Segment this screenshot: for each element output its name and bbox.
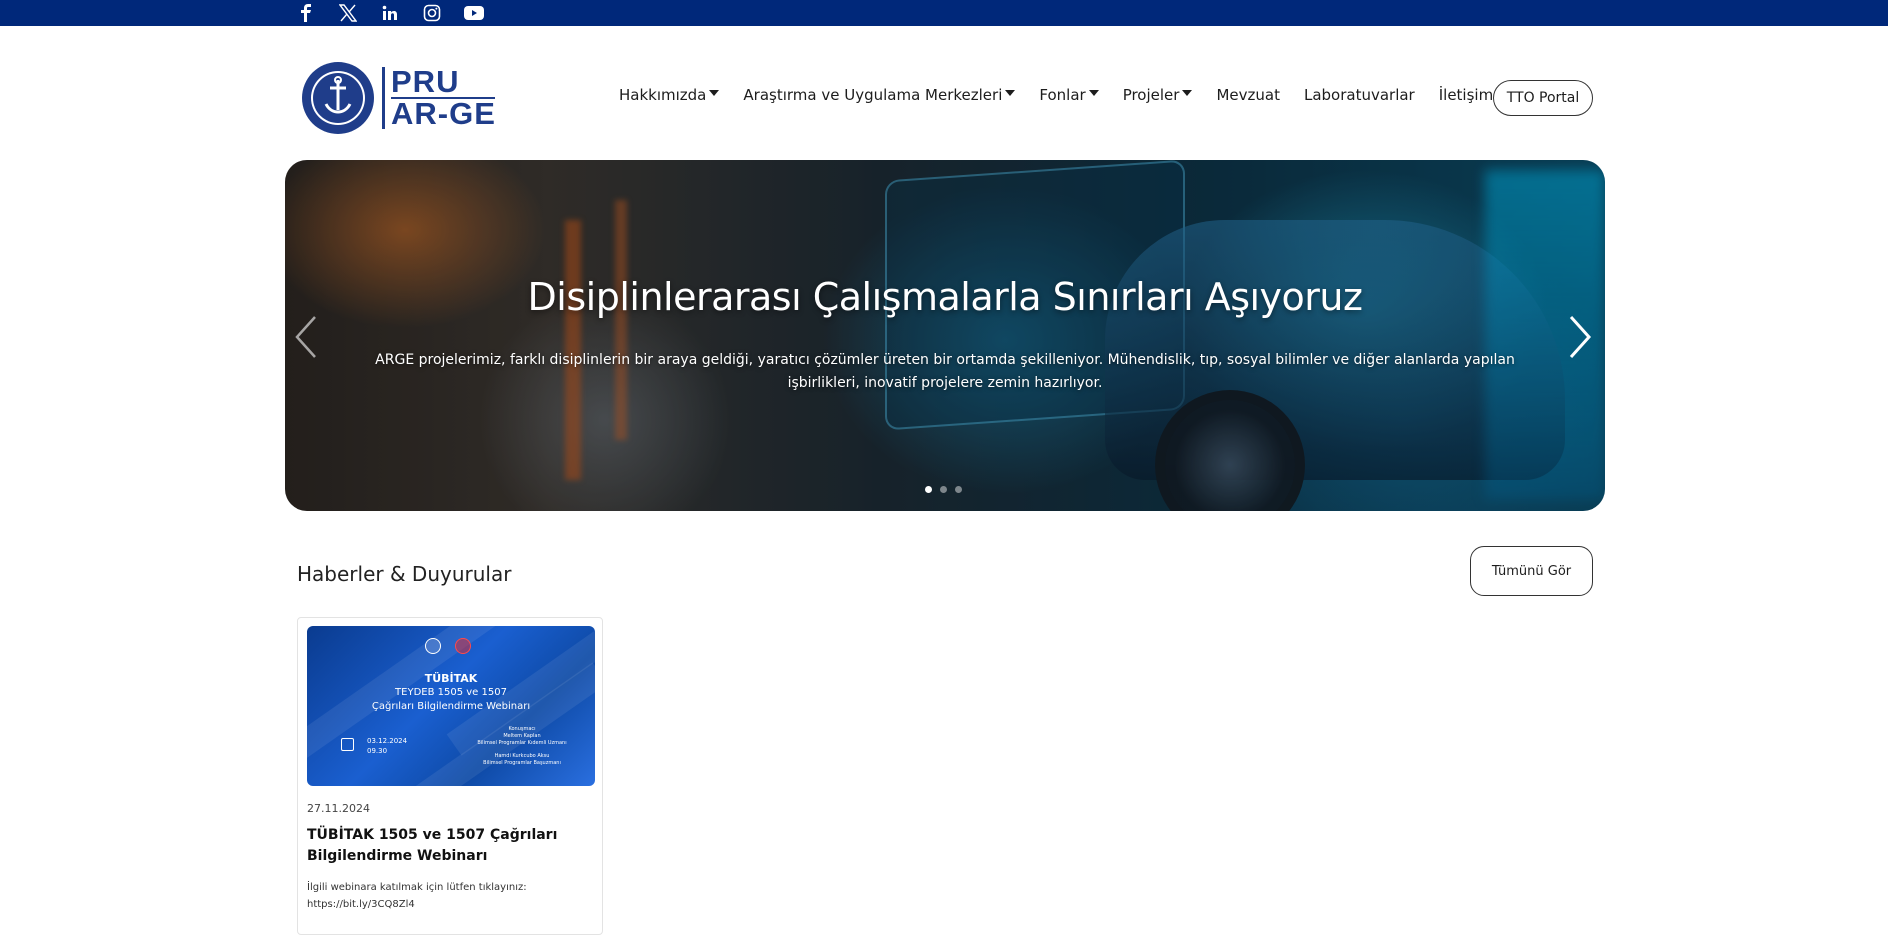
news-card[interactable]: TÜBİTAK TEYDEB 1505 ve 1507 Çağrıları Bi…	[297, 617, 603, 935]
social-links	[296, 3, 484, 23]
tto-portal-button[interactable]: TTO Portal	[1493, 80, 1593, 116]
image-heading: TÜBİTAK	[424, 672, 478, 685]
image-subheading: TEYDEB 1505 ve 1507	[395, 687, 507, 698]
partner-logos	[425, 638, 471, 654]
view-all-button[interactable]: Tümünü Gör	[1470, 546, 1593, 596]
chevron-left-icon	[295, 316, 316, 358]
nav-item-laboratuvarlar[interactable]: Laboratuvarlar	[1304, 86, 1415, 104]
image-event-time: 09.30	[367, 747, 388, 755]
nav-item-iletisim[interactable]: İletişim	[1439, 86, 1493, 104]
x-icon[interactable]	[338, 3, 358, 23]
main-nav: Hakkımızda Araştırma ve Uygulama Merkezl…	[619, 86, 1517, 104]
site-logo[interactable]: PRU AR-GE	[300, 60, 496, 136]
nav-item-fonlar[interactable]: Fonlar	[1039, 86, 1099, 104]
carousel-dot[interactable]	[955, 486, 962, 493]
carousel-next-button[interactable]	[1565, 312, 1595, 362]
news-section-title: Haberler & Duyurular	[297, 562, 512, 586]
caret-down-icon	[1005, 90, 1016, 96]
logo-line-1: PRU	[391, 66, 495, 99]
image-event-date: 03.12.2024	[367, 737, 408, 745]
caret-down-icon	[709, 90, 720, 96]
logo-wordmark: PRU AR-GE	[382, 66, 496, 131]
speaker-role: Bilimsel Programlar Başuzmanı	[483, 760, 561, 766]
logo-line-2: AR-GE	[391, 96, 496, 131]
nav-item-mevzuat[interactable]: Mevzuat	[1216, 86, 1280, 104]
nav-item-hakkimizda[interactable]: Hakkımızda	[619, 86, 720, 104]
nav-label: Hakkımızda	[619, 86, 707, 104]
news-card-image[interactable]: TÜBİTAK TEYDEB 1505 ve 1507 Çağrıları Bi…	[307, 626, 595, 786]
hero-overlay	[285, 160, 1605, 511]
nav-label: Fonlar	[1039, 86, 1086, 104]
nav-item-projeler[interactable]: Projeler	[1123, 86, 1193, 104]
hero-title: Disiplinlerarası Çalışmalarla Sınırları …	[527, 275, 1363, 319]
speaker-name: Meltem Kaplan	[503, 733, 541, 739]
nav-label: Mevzuat	[1216, 86, 1280, 104]
university-seal-icon	[302, 62, 374, 134]
calendar-icon	[341, 738, 354, 751]
carousel-dot[interactable]	[940, 486, 947, 493]
instagram-icon[interactable]	[422, 3, 442, 23]
nav-label: İletişim	[1438, 86, 1494, 104]
image-subheading: Çağrıları Bilgilendirme Webinarı	[371, 701, 531, 712]
linkedin-icon[interactable]	[380, 3, 400, 23]
news-card-description: İlgili webinara katılmak için lütfen tık…	[307, 882, 527, 910]
hero-description: ARGE projelerimiz, farklı disiplinlerin …	[375, 352, 1515, 391]
nav-label: Araştırma ve Uygulama Merkezleri	[743, 86, 1003, 104]
hero-carousel: Disiplinlerarası Çalışmalarla Sınırları …	[285, 160, 1605, 511]
nav-label: Laboratuvarlar	[1303, 86, 1415, 104]
carousel-indicators	[925, 486, 962, 493]
youtube-icon[interactable]	[464, 3, 484, 23]
carousel-dot[interactable]	[925, 486, 932, 493]
image-event-datetime: 03.12.2024 09.30	[367, 736, 407, 756]
social-bar	[0, 0, 1888, 26]
tubitak-logo-icon	[455, 638, 471, 654]
carousel-prev-button[interactable]	[291, 312, 321, 362]
news-card-title[interactable]: TÜBİTAK 1505 ve 1507 Çağrıları Bilgilend…	[307, 825, 592, 867]
speaker-role: Bilimsel Programlar Kıdemli Uzmanı	[477, 740, 567, 746]
speaker-name: Hamdi Kurkcubo Aksu	[494, 753, 550, 759]
nav-item-arastirma-merkezleri[interactable]: Araştırma ve Uygulama Merkezleri	[743, 86, 1016, 104]
chevron-right-icon	[1569, 315, 1592, 359]
image-speakers: Konuşmacı Meltem Kaplan Bilimsel Program…	[457, 726, 587, 767]
caret-down-icon	[1088, 90, 1099, 96]
caret-down-icon	[1182, 90, 1193, 96]
university-seal-icon	[425, 638, 441, 654]
site-header: PRU AR-GE Hakkımızda Araştırma ve Uygula…	[0, 26, 1888, 160]
nav-label: Projeler	[1122, 86, 1180, 104]
news-card-date: 27.11.2024	[307, 802, 370, 815]
facebook-icon[interactable]	[296, 3, 316, 23]
speakers-label: Konuşmacı	[508, 726, 536, 732]
